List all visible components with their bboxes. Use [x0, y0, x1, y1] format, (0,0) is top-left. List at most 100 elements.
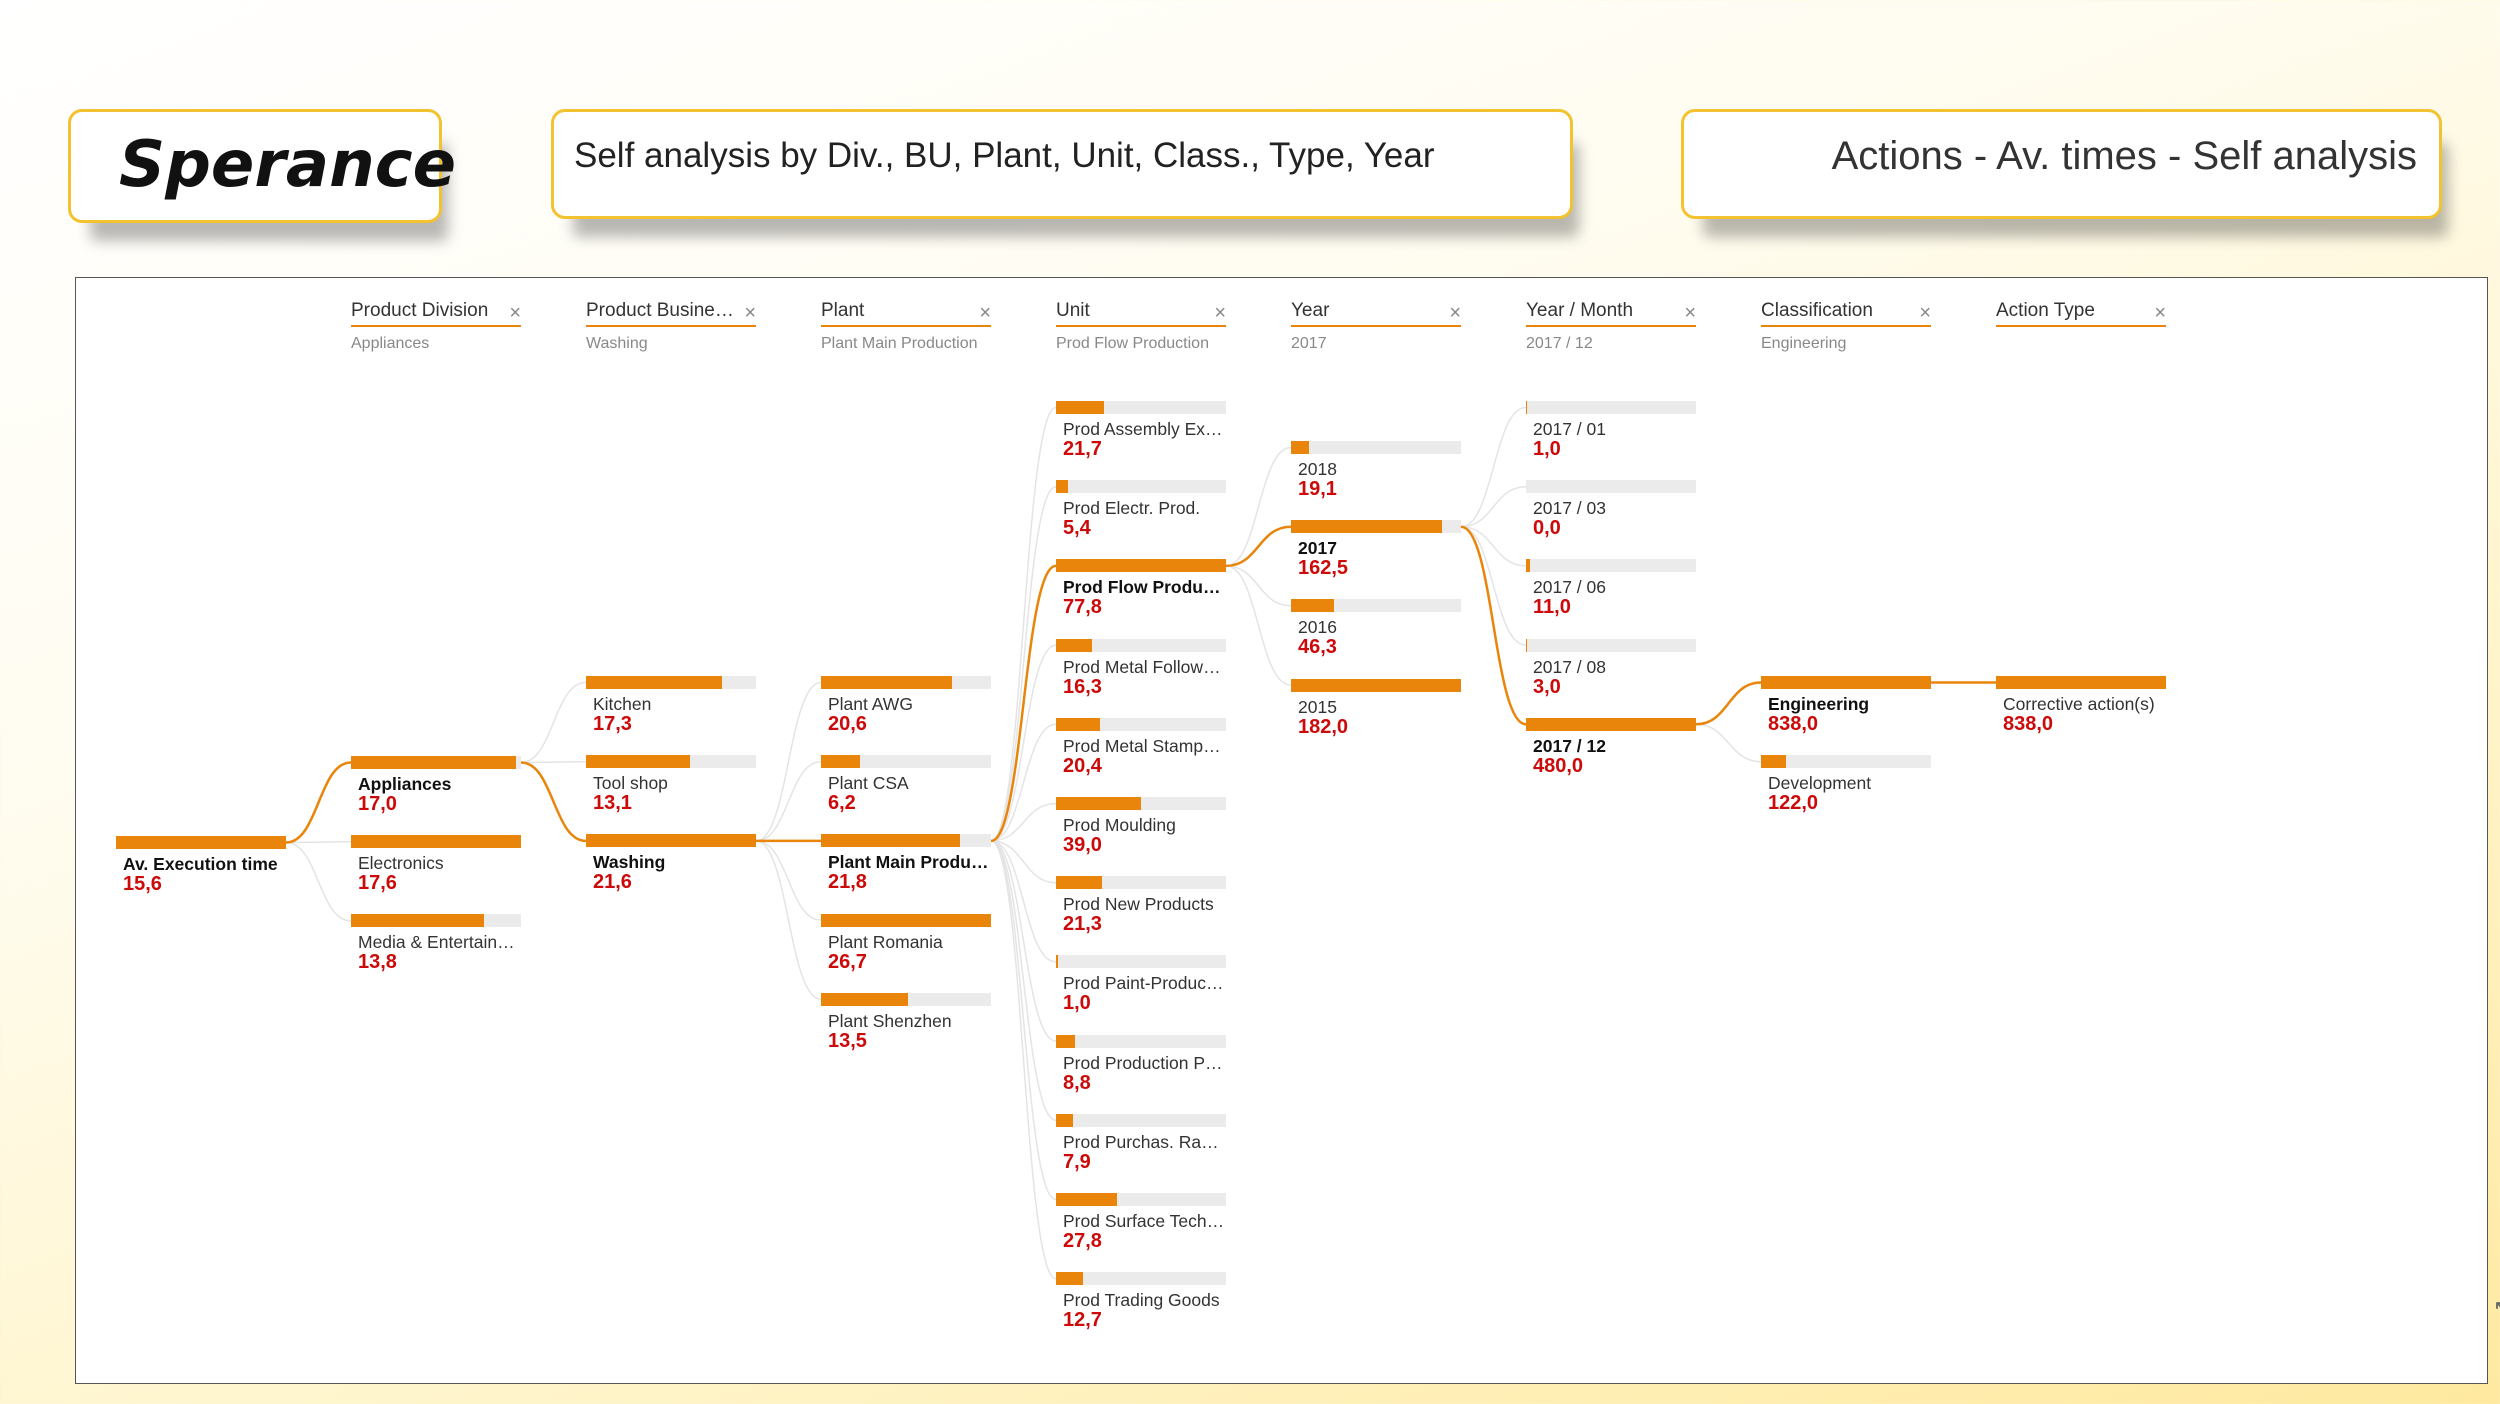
node-label: Prod Electr. Prod.: [1063, 498, 1201, 519]
link: [990, 644, 1057, 842]
node-value: 26,7: [828, 950, 867, 973]
bar-fill: [351, 756, 516, 769]
filter-value: Prod Flow Production: [1056, 335, 1209, 352]
bar-fill: [1996, 676, 2166, 689]
close-icon[interactable]: ×: [1214, 302, 1226, 325]
node-value: 17,3: [593, 713, 632, 735]
bar-track: [586, 755, 756, 769]
bar-track: [1056, 638, 1226, 652]
bar-track: [821, 913, 991, 927]
bar-track: [351, 914, 521, 928]
node-value: 162,5: [1298, 557, 1349, 580]
bar-track: [1526, 638, 1696, 652]
bar-fill: [821, 913, 991, 927]
link: [1695, 723, 1762, 763]
bar-fill: [821, 834, 961, 848]
node-label: Prod Surface Tech…: [1063, 1211, 1225, 1231]
decomposition-tree-panel: Product Division × Appliances Product Busin…: [75, 277, 2488, 1384]
node-value: 182,0: [1298, 715, 1349, 738]
link: [990, 406, 1057, 842]
mouse-cursor-icon: ↖: [2493, 1295, 2500, 1321]
node-label: Prod Production Pr…: [1063, 1052, 1226, 1073]
bar-fill: [1056, 1193, 1118, 1206]
active-link: [1695, 681, 1762, 726]
node-value: 838,0: [1768, 713, 1819, 735]
close-icon[interactable]: ×: [744, 302, 756, 325]
node-value: 16,3: [1063, 675, 1102, 698]
filter-value: Washing: [586, 335, 648, 352]
bar-fill: [351, 914, 484, 928]
bar-fill: [1056, 1113, 1073, 1127]
node-label: 2017 / 08: [1533, 656, 1606, 677]
node-label: Washing: [593, 852, 666, 873]
node-value: 13,8: [358, 951, 397, 974]
bar-track: [1056, 1113, 1226, 1127]
bar-track: [586, 676, 756, 689]
node-value: 77,8: [1063, 596, 1102, 619]
close-icon[interactable]: ×: [1919, 302, 1931, 325]
link: [755, 681, 822, 842]
filter-underline: [1996, 325, 2166, 327]
node-value: 19,1: [1298, 478, 1337, 500]
filter-label: Product Division: [351, 300, 489, 321]
node-value: 122,0: [1768, 792, 1819, 815]
bar-track: [351, 756, 521, 769]
filter-value: 2017 / 12: [1526, 335, 1593, 352]
close-icon[interactable]: ×: [1449, 302, 1461, 325]
close-icon[interactable]: ×: [979, 302, 991, 325]
bar-track: [1291, 678, 1461, 692]
filter-label: Plant: [821, 300, 865, 321]
bar-track: [1761, 676, 1931, 689]
bar-fill: [1761, 755, 1786, 769]
node-label: Prod Metal Follow-On: [1063, 656, 1226, 677]
node-value: 21,8: [828, 871, 867, 894]
filter-underline: [586, 325, 756, 327]
bar-track: [821, 834, 991, 848]
link: [520, 681, 587, 764]
bar-track: [821, 676, 991, 689]
node-label: 2016: [1298, 617, 1337, 638]
bar-fill: [1056, 717, 1101, 731]
bar-track: [1056, 797, 1226, 810]
node-label: 2017: [1298, 538, 1337, 559]
bar-track: [1056, 876, 1226, 890]
node-label: Electronics: [358, 853, 444, 874]
filter-label: Classification: [1761, 300, 1873, 321]
bar-track: [116, 836, 286, 849]
bar-track: [351, 835, 521, 849]
node-value: 39,0: [1063, 834, 1102, 856]
bar-fill: [1526, 638, 1528, 652]
close-icon[interactable]: ×: [509, 302, 521, 325]
bar-track: [1526, 559, 1696, 573]
bar-fill: [1056, 401, 1104, 414]
close-icon[interactable]: ×: [2154, 302, 2166, 325]
filter-underline: [1761, 325, 1931, 327]
node-label: Prod Flow Produc…: [1063, 577, 1226, 598]
link: [1460, 406, 1527, 528]
node-label: Corrective action(s): [2003, 694, 2155, 714]
node-label: Engineering: [1768, 694, 1870, 714]
link: [1460, 485, 1527, 528]
filter-underline: [1526, 325, 1696, 327]
active-link: [1225, 525, 1292, 568]
link: [755, 840, 822, 1001]
node-label: Prod Moulding: [1063, 815, 1176, 835]
node-value: 27,8: [1063, 1230, 1102, 1252]
filter-label: Unit: [1056, 300, 1090, 321]
node-label: Plant Main Produc…: [828, 852, 991, 873]
link: [990, 840, 1057, 1201]
node-label: 2017 / 06: [1533, 577, 1606, 598]
bar-track: [1056, 1034, 1226, 1048]
close-icon[interactable]: ×: [1684, 302, 1696, 325]
bar-track: [1526, 717, 1696, 731]
bar-fill: [586, 676, 722, 689]
bar-track: [1761, 755, 1931, 769]
bar-fill: [1291, 520, 1443, 534]
bar-track: [1056, 717, 1226, 731]
node-value: 1,0: [1063, 992, 1091, 1015]
bar-fill: [821, 992, 908, 1006]
bar-track: [1291, 599, 1461, 613]
action-title-text: Actions - Av. times - Self analysis: [1831, 134, 2417, 178]
bar-fill: [1291, 678, 1461, 692]
node-value: 20,6: [828, 713, 867, 735]
